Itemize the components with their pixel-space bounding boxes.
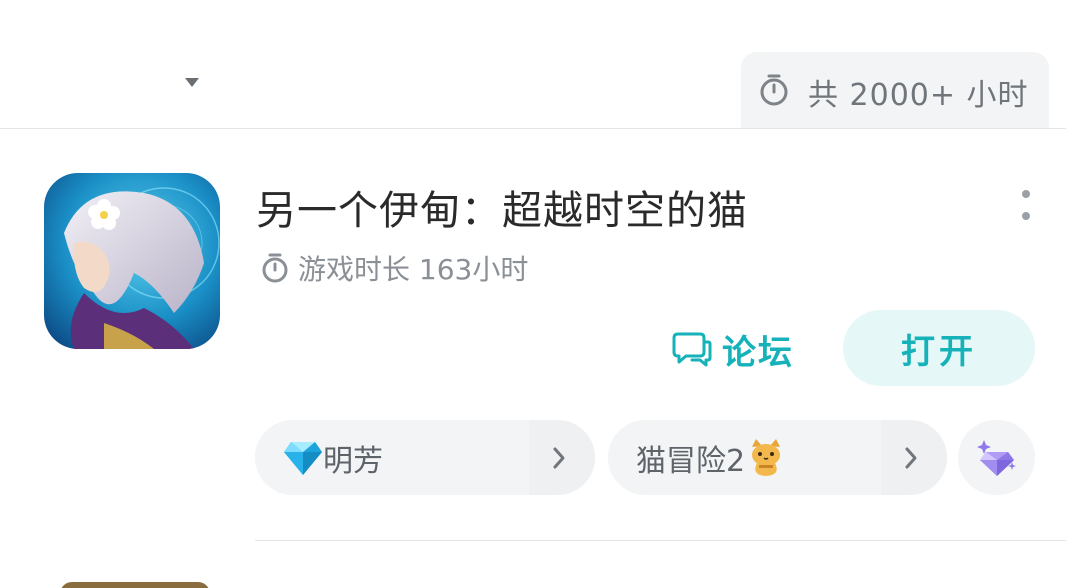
- open-button[interactable]: 打开: [843, 310, 1035, 386]
- game-artwork: [44, 173, 220, 349]
- list-header: 共 2000+ 小时: [0, 0, 1066, 129]
- chat-bubble-icon: [672, 332, 712, 367]
- next-game-icon-peek: [60, 582, 210, 588]
- cat-icon: [752, 438, 781, 476]
- tag-label: 猫冒险2: [636, 443, 746, 479]
- tag-chip[interactable]: 明芳: [255, 420, 595, 495]
- divider: [0, 128, 1066, 129]
- more-vertical-icon[interactable]: [1018, 190, 1034, 226]
- game-list-page: 共 2000+ 小时 另一个伊甸：超越时空的猫 游戏时长 163小时 论坛 打开…: [0, 0, 1066, 588]
- stopwatch-icon: [760, 74, 788, 106]
- game-playtime: 游戏时长 163小时: [298, 253, 529, 286]
- diamond-icon: [284, 441, 322, 475]
- sparkle-gem-icon: [976, 439, 1016, 476]
- forum-button[interactable]: 论坛: [672, 325, 794, 373]
- chevron-right-icon: [905, 447, 917, 469]
- game-title[interactable]: 另一个伊甸：超越时空的猫: [256, 178, 748, 236]
- total-playtime-text: 共 2000+ 小时: [808, 78, 1029, 113]
- chevron-right-icon: [553, 447, 565, 469]
- game-icon-image[interactable]: [44, 173, 220, 349]
- forum-label: 论坛: [722, 332, 794, 373]
- divider: [255, 540, 1066, 541]
- tag-more-button[interactable]: [958, 420, 1035, 495]
- caret-down-icon[interactable]: [185, 78, 199, 87]
- stopwatch-icon: [262, 253, 288, 283]
- tag-chip[interactable]: 猫冒险2: [608, 420, 947, 495]
- tag-label: 明芳: [323, 443, 383, 479]
